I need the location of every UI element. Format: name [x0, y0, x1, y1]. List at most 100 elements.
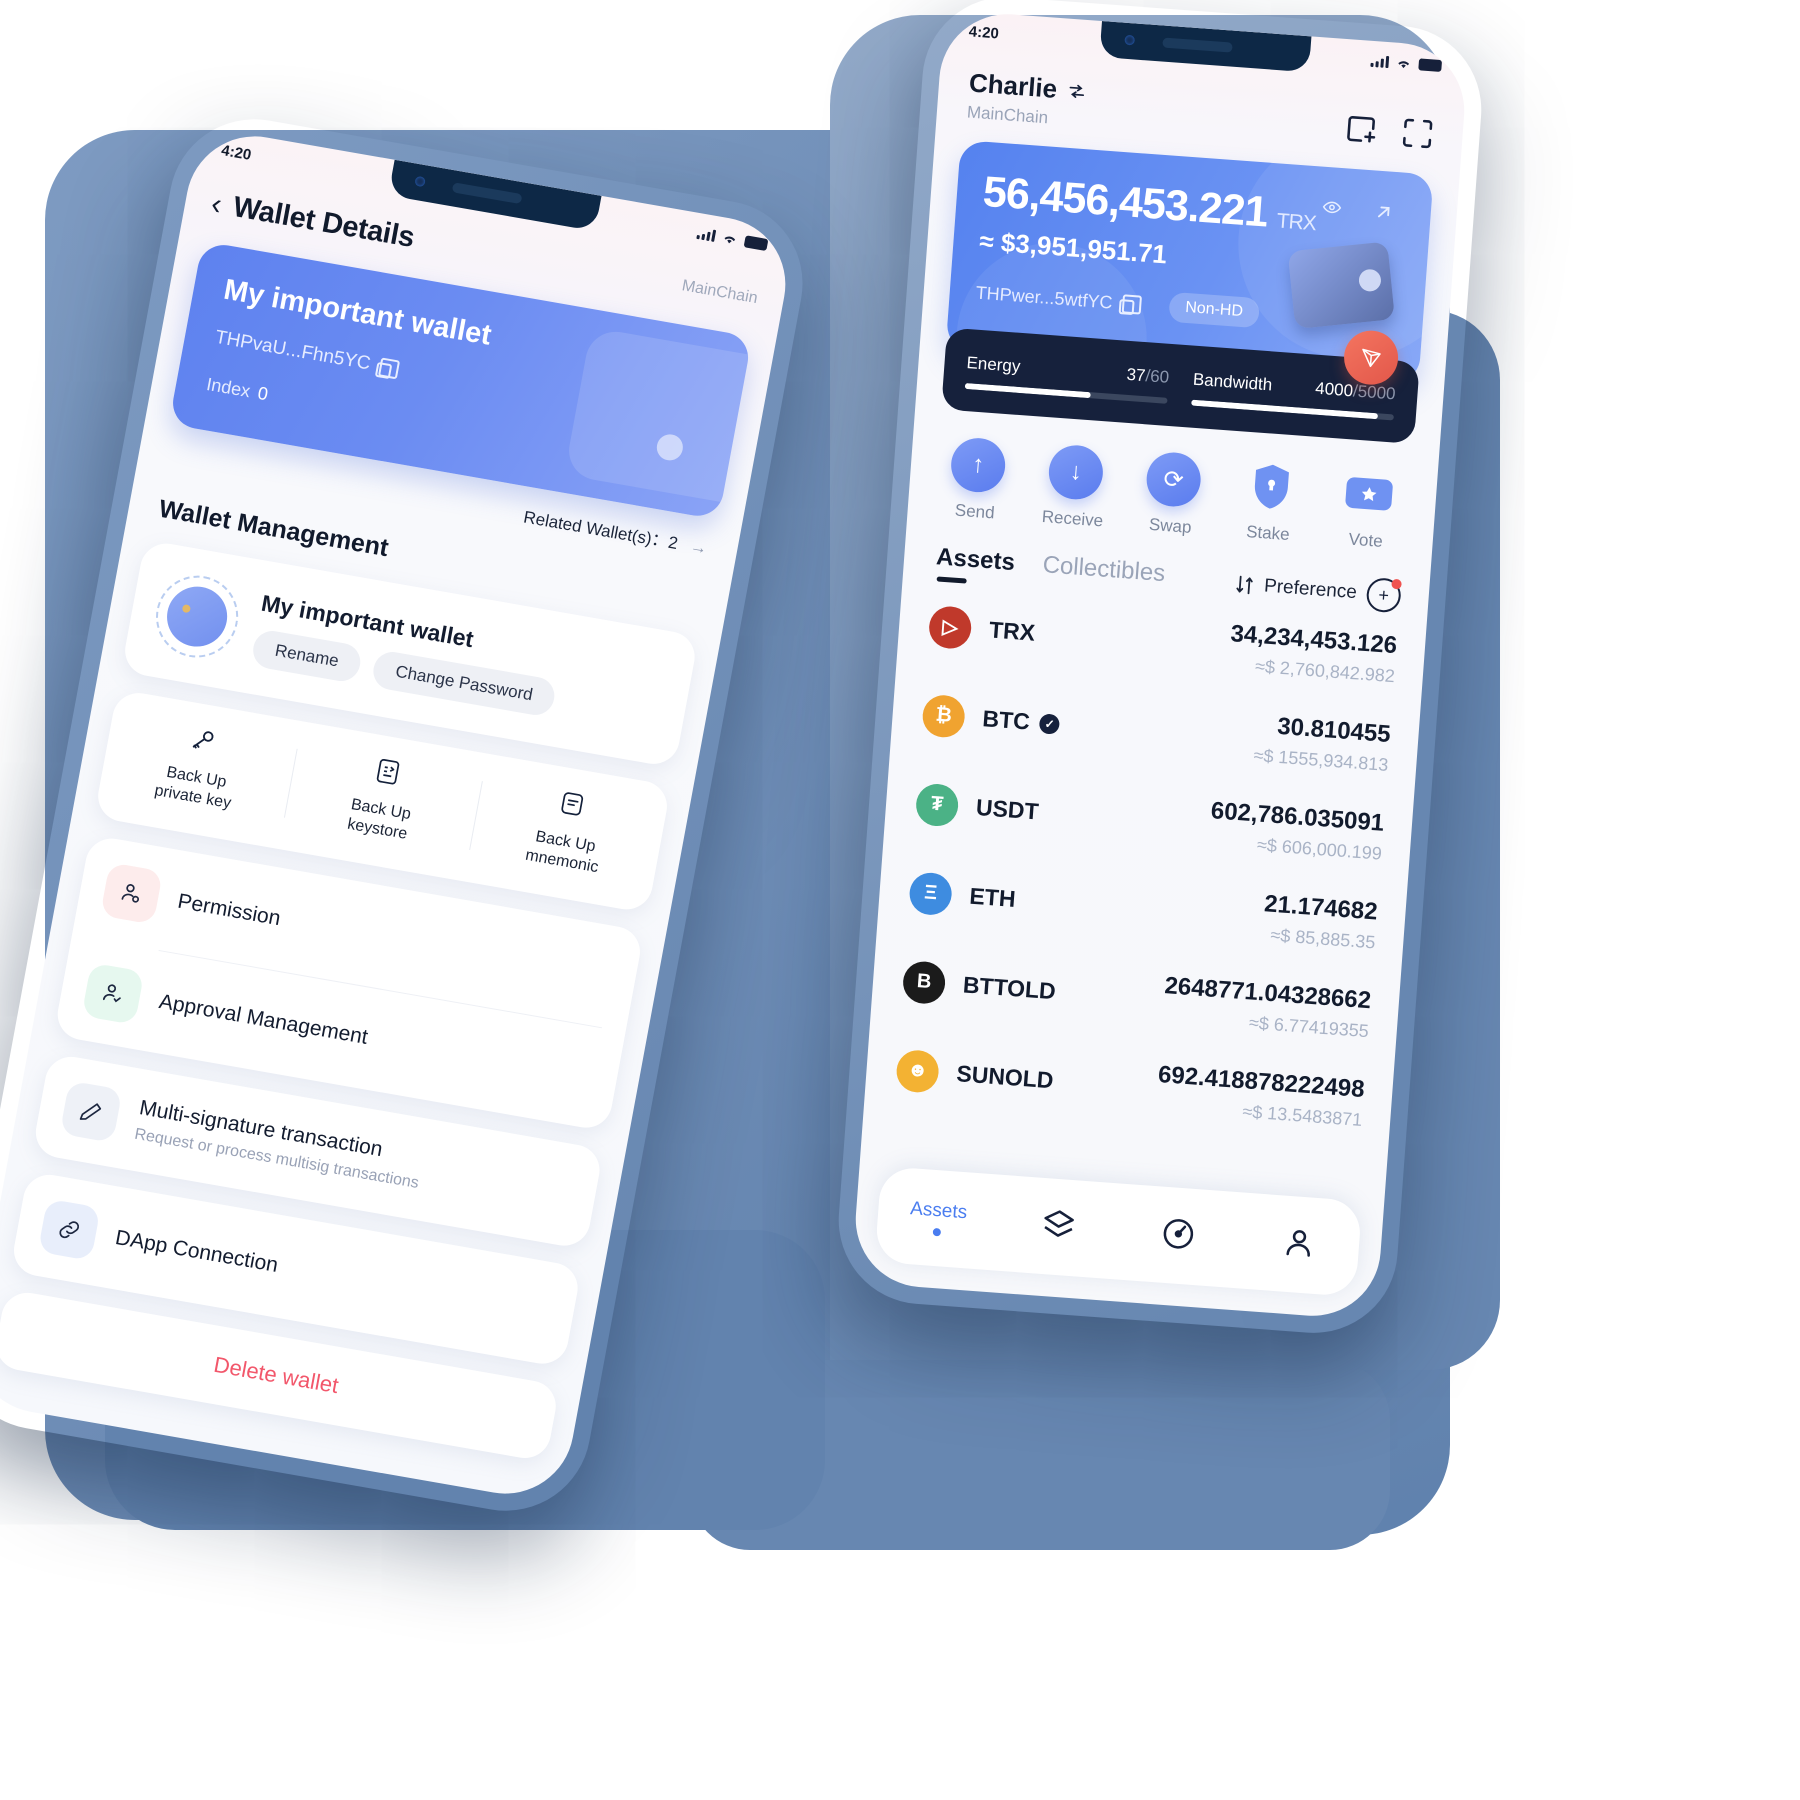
- wallet-address-row[interactable]: THPvaU...Fhn5YC: [213, 327, 401, 381]
- asset-fiat: ≈$ 606,000.199: [1256, 834, 1383, 864]
- asset-values: 30.810455 ≈$ 1555,934.813: [1253, 711, 1392, 776]
- speaker-grille: [451, 182, 523, 205]
- sunold-icon: ☻: [895, 1048, 941, 1094]
- resource-bandwidth-label: Bandwidth: [1192, 369, 1273, 395]
- wallet-index-label: Index: [204, 373, 252, 402]
- resource-energy-label: Energy: [965, 353, 1022, 376]
- front-camera-icon: [1124, 34, 1136, 46]
- account-block[interactable]: Charlie MainChain: [966, 67, 1088, 131]
- bottom-nav: Assets: [874, 1165, 1363, 1297]
- switch-icon[interactable]: [1066, 80, 1087, 101]
- scan-icon[interactable]: [1399, 115, 1435, 151]
- battery-icon: [1418, 58, 1443, 73]
- account-name: Charlie: [968, 67, 1059, 104]
- asset-balance: 30.810455: [1276, 712, 1392, 749]
- phone-mockup-assets: 4:20 Charlie MainChain 56,456,453.221 TR…: [833, 0, 1487, 1339]
- asset-fiat: ≈$ 85,885.35: [1269, 924, 1376, 953]
- status-indicators: [696, 226, 769, 252]
- asset-symbol: ETH: [968, 882, 1017, 913]
- arrow-down-icon: ↓: [1046, 443, 1105, 502]
- resource-energy-bar: [964, 382, 1168, 404]
- arrow-up-right-icon[interactable]: [1372, 200, 1396, 224]
- add-wallet-icon[interactable]: [1344, 111, 1380, 147]
- balance-amount: 56,456,453.221: [981, 167, 1270, 237]
- eye-icon[interactable]: [1318, 196, 1345, 218]
- bottom-nav-assets-label: Assets: [909, 1198, 968, 1224]
- copy-icon[interactable]: [378, 357, 401, 379]
- asset-fiat: ≈$ 1555,934.813: [1252, 745, 1390, 775]
- asset-balance: 21.174682: [1263, 890, 1379, 926]
- swap-icon: ⟳: [1144, 450, 1203, 509]
- eth-icon: Ξ: [908, 870, 954, 916]
- asset-values: 34,234,453.126 ≈$ 2,760,842.982: [1228, 620, 1398, 687]
- quick-action-receive[interactable]: ↓ Receive: [1023, 442, 1127, 533]
- quick-action-vote[interactable]: Vote: [1316, 463, 1420, 554]
- page-title: Wallet Details: [230, 191, 417, 255]
- wallet-address: THPvaU...Fhn5YC: [213, 326, 373, 375]
- bottom-nav-profile[interactable]: [1237, 1220, 1360, 1270]
- approval-user-icon: [81, 962, 145, 1025]
- speaker-grille: [1162, 37, 1233, 53]
- hd-badge: Non-HD: [1168, 291, 1260, 329]
- wallet-avatar[interactable]: [149, 569, 245, 664]
- profile-icon: [1286, 1229, 1310, 1257]
- front-camera-icon: [414, 175, 426, 188]
- add-token-icon[interactable]: +: [1365, 576, 1402, 614]
- preference-label: Preference: [1263, 575, 1358, 604]
- asset-symbol: BTC: [981, 705, 1031, 735]
- btc-icon: ₿: [921, 693, 967, 739]
- explore-icon: [1163, 1218, 1194, 1249]
- wallet-index-value: 0: [256, 382, 270, 405]
- quick-action-send[interactable]: ↑ Send: [925, 435, 1029, 526]
- link-icon: [37, 1198, 101, 1261]
- asset-values: 692.418878222498 ≈$ 13.5483871: [1155, 1061, 1365, 1131]
- bottom-nav-explore[interactable]: [1117, 1211, 1240, 1261]
- card-decoration: [564, 327, 753, 508]
- status-time: 4:20: [220, 141, 253, 164]
- status-time: 4:20: [968, 22, 1000, 42]
- status-indicators: [1370, 54, 1443, 73]
- resource-energy[interactable]: Energy 37/60: [964, 353, 1170, 404]
- tab-assets[interactable]: Assets: [935, 543, 1015, 587]
- delete-wallet-button[interactable]: Delete wallet: [212, 1352, 341, 1398]
- chevron-left-icon[interactable]: ‹: [209, 187, 225, 221]
- wifi-icon: [1398, 61, 1410, 69]
- sort-icon: [1236, 575, 1253, 595]
- trx-icon: ▷: [927, 604, 973, 650]
- backup-private-key-button[interactable]: Back Up private key: [99, 711, 298, 824]
- asset-fiat: ≈$ 2,760,842.982: [1254, 655, 1396, 687]
- asset-symbol-row: BTC ✓: [982, 705, 1061, 738]
- cellular-icon: [696, 227, 717, 242]
- wallet-address: THPwer...5wtfYC: [975, 282, 1114, 313]
- related-wallets-label: Related Wallet(s)：2: [522, 507, 680, 554]
- permission-user-icon: [100, 862, 164, 925]
- bottom-nav-assets[interactable]: Assets: [877, 1196, 1000, 1241]
- backup-mnemonic-button[interactable]: Back Up mnemonic: [468, 775, 667, 888]
- chain-label: MainChain: [680, 276, 760, 307]
- notification-dot: [1391, 578, 1402, 590]
- copy-icon[interactable]: [1121, 293, 1143, 315]
- asset-balance: 34,234,453.126: [1229, 620, 1399, 660]
- screen-assets: 4:20 Charlie MainChain 56,456,453.221 TR…: [850, 9, 1470, 1321]
- quick-action-stake[interactable]: Stake: [1218, 456, 1322, 547]
- screenshot-stage: 4:20 ‹ Wallet Details MainChain My impor…: [0, 0, 1800, 1800]
- battery-icon: [743, 235, 769, 252]
- arrow-up-icon: ↑: [949, 436, 1008, 495]
- verified-badge-icon: ✓: [1038, 712, 1061, 735]
- arrow-right-icon: →: [688, 536, 709, 559]
- wallet-index: Index 0: [205, 374, 270, 405]
- account-name-row[interactable]: Charlie: [968, 67, 1088, 107]
- wallet-3d-icon: [1287, 241, 1395, 330]
- quick-action-swap[interactable]: ⟳ Swap: [1121, 449, 1225, 540]
- wifi-icon: [724, 236, 736, 244]
- rename-button[interactable]: Rename: [250, 627, 364, 684]
- menu-item-dapp-text: DApp Connection: [113, 1226, 551, 1325]
- asset-values: 2648771.04328662 ≈$ 6.77419355: [1162, 972, 1372, 1042]
- asset-values: 602,786.035091 ≈$ 606,000.199: [1208, 797, 1385, 865]
- resource-bandwidth-bar: [1191, 399, 1394, 421]
- bottom-nav-layers[interactable]: [997, 1202, 1120, 1252]
- backup-keystore-button[interactable]: Back Up keystore: [283, 743, 482, 856]
- resource-energy-top: Energy 37/60: [966, 353, 1170, 388]
- wallet-icon: [162, 581, 233, 652]
- chain-label: MainChain: [966, 102, 1049, 128]
